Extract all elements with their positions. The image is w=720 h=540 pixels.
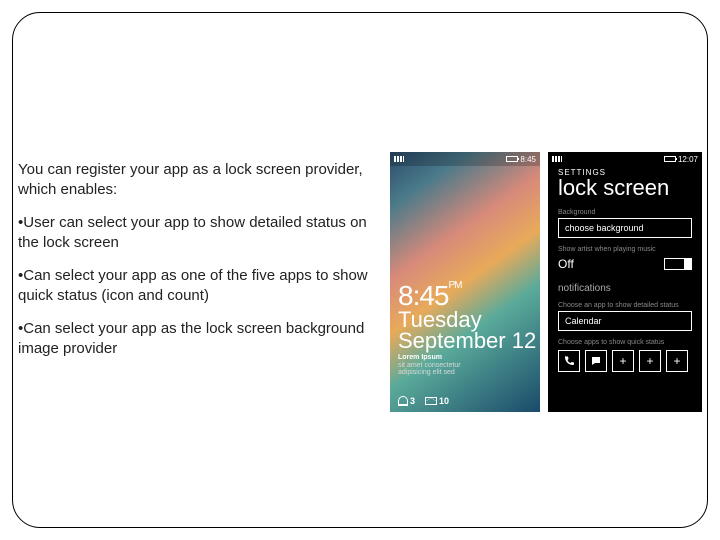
- quick-status-row: + + +: [558, 350, 692, 372]
- settings-title: lock screen: [558, 175, 692, 201]
- artist-toggle-row: Off: [558, 257, 692, 271]
- artist-value: Off: [558, 257, 574, 271]
- signal-icon: [394, 156, 404, 162]
- settings-mock: 12:07 SETTINGS lock screen Background ch…: [548, 152, 702, 412]
- artist-toggle[interactable]: [664, 258, 692, 270]
- bullet-3: •Can select your app as the lock screen …: [18, 319, 378, 358]
- notifications-header: notifications: [558, 283, 692, 294]
- bullet-2: •Can select your app as one of the five …: [18, 266, 378, 305]
- quick-status-2: 10: [425, 396, 449, 406]
- detailed-status-selector[interactable]: Calendar: [558, 311, 692, 331]
- signal-icon: [552, 156, 562, 162]
- status-line3: adipisicing elit sed: [398, 369, 528, 377]
- lock-detailed-status: Lorem Ipsum sit amet consectetur adipisi…: [398, 354, 528, 377]
- quick-slot-empty-3[interactable]: +: [666, 350, 688, 372]
- quick-status-1: 3: [398, 396, 415, 406]
- statusbar-time: 8:45: [506, 155, 536, 164]
- lockscreen-mock: 8:45 8:45PM Tuesday September 12 Lorem I…: [390, 152, 540, 412]
- chat-icon: [590, 355, 602, 367]
- bullet-1: •User can select your app to show detail…: [18, 213, 378, 252]
- phone-icon: [563, 355, 575, 367]
- lock-quick-status: 3 10: [398, 396, 449, 406]
- statusbar-time: 12:07: [664, 155, 698, 164]
- quick-status-label: Choose apps to show quick status: [558, 339, 692, 346]
- intro-paragraph: You can register your app as a lock scre…: [18, 160, 378, 199]
- mail-icon: [425, 397, 437, 405]
- background-label: Background: [558, 209, 692, 216]
- status-line2: sit amet consectetur: [398, 362, 528, 370]
- text-column: You can register your app as a lock scre…: [18, 160, 378, 372]
- detailed-status-label: Choose an app to show detailed status: [558, 302, 692, 309]
- battery-icon: [506, 156, 518, 162]
- quick-slot-phone[interactable]: [558, 350, 580, 372]
- quick-slot-empty-1[interactable]: +: [612, 350, 634, 372]
- settings-panel: SETTINGS lock screen Background choose b…: [548, 152, 702, 372]
- lock-date: September 12: [398, 331, 536, 352]
- battery-icon: [664, 156, 676, 162]
- quick-slot-empty-2[interactable]: +: [639, 350, 661, 372]
- status-line1: Lorem Ipsum: [398, 354, 528, 362]
- status-bar: 8:45: [390, 152, 540, 166]
- lock-ampm: PM: [449, 280, 462, 291]
- quick-slot-chat[interactable]: [585, 350, 607, 372]
- bell-icon: [398, 396, 408, 406]
- background-selector[interactable]: choose background: [558, 218, 692, 238]
- artist-label: Show artist when playing music: [558, 246, 692, 253]
- status-bar: 12:07: [548, 152, 702, 166]
- lock-clock-block: 8:45PM Tuesday September 12: [398, 280, 536, 352]
